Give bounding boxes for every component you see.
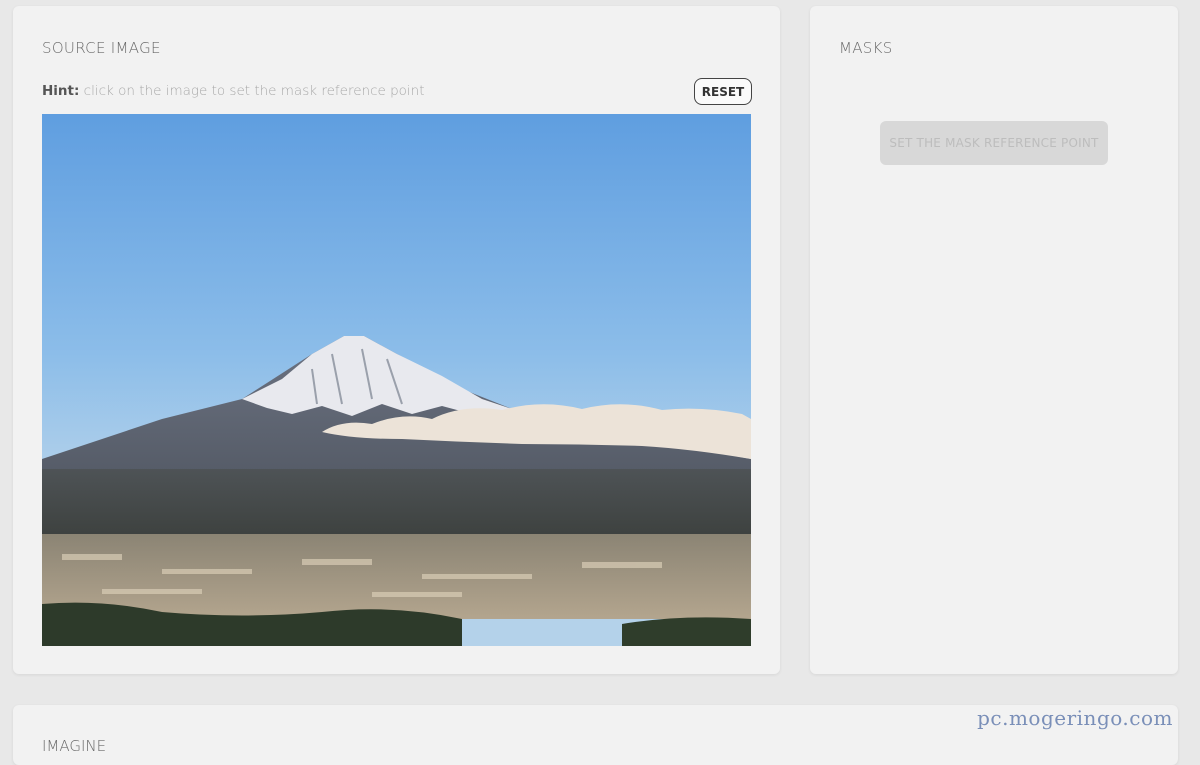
reset-button[interactable]: RESET	[694, 78, 752, 105]
hint-label: Hint:	[42, 83, 80, 99]
masks-panel: MASKS SET THE MASK REFERENCE POINT	[810, 6, 1178, 674]
set-mask-reference-point-button[interactable]: SET THE MASK REFERENCE POINT	[880, 121, 1108, 165]
source-image-title: SOURCE IMAGE	[42, 39, 161, 57]
hint-text: Hint: click on the image to set the mask…	[42, 83, 425, 99]
imagine-title: IMAGINE	[42, 737, 107, 755]
mountain-landscape-photo	[42, 114, 751, 646]
source-image-panel: SOURCE IMAGE Hint: click on the image to…	[13, 6, 780, 674]
source-image-canvas[interactable]	[42, 114, 751, 646]
hint-message: click on the image to set the mask refer…	[79, 83, 425, 99]
masks-title: MASKS	[839, 39, 893, 57]
watermark-text: pc.mogeringo.com	[977, 706, 1173, 730]
